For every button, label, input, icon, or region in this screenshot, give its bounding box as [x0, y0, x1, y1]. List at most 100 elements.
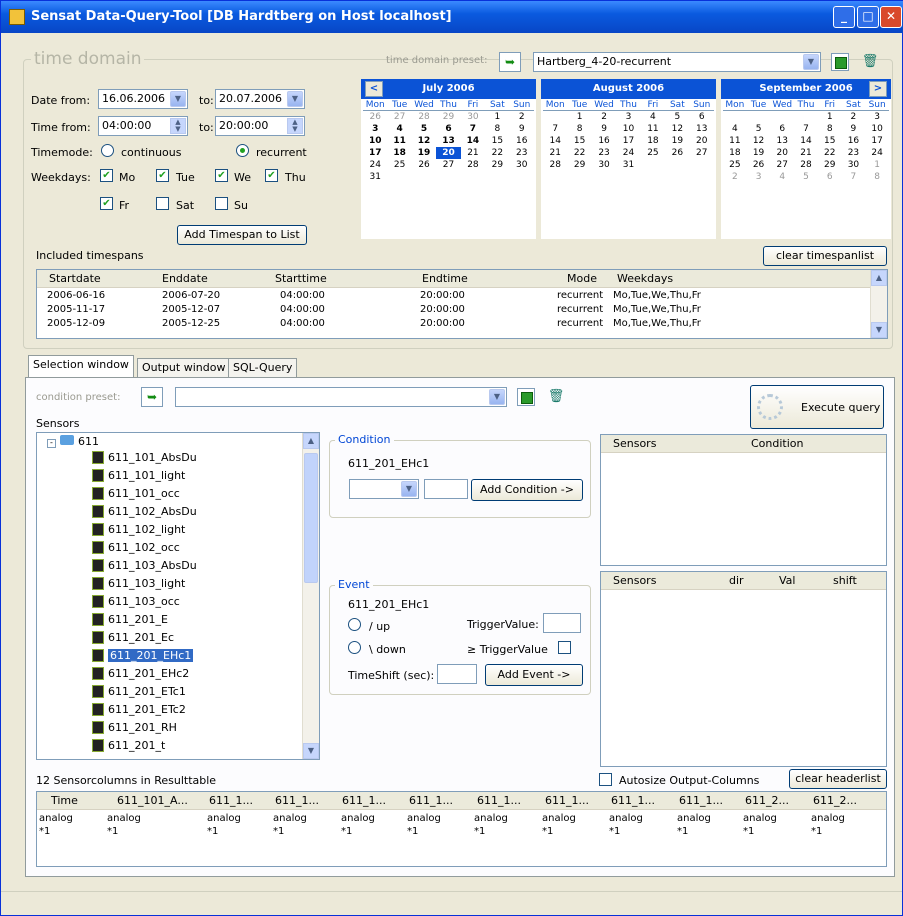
chevron-down-icon[interactable]: ▼: [803, 54, 819, 70]
cal-day[interactable]: 4: [770, 171, 794, 183]
tab-output-window[interactable]: Output window: [137, 358, 231, 378]
cal-day[interactable]: 26: [665, 147, 689, 159]
cal-day[interactable]: 10: [363, 135, 387, 147]
cal-day[interactable]: 2: [842, 111, 866, 123]
tree-item[interactable]: 611_201_EHc2: [92, 666, 189, 683]
cal-day[interactable]: 27: [387, 111, 411, 123]
tree-item[interactable]: 611_103_occ: [92, 594, 180, 611]
tree-scrollbar[interactable]: ▲ ▼: [302, 433, 319, 759]
cal-day[interactable]: 8: [485, 123, 509, 135]
weekday-mo-checkbox[interactable]: ✔: [100, 169, 113, 182]
scroll-up-icon[interactable]: ▲: [303, 433, 319, 449]
cal-day[interactable]: 3: [616, 111, 640, 123]
cal-day[interactable]: 4: [723, 123, 747, 135]
tree-item[interactable]: 611_201_ETc2: [92, 702, 186, 719]
cal-day[interactable]: 29: [436, 111, 460, 123]
weekday-we-checkbox[interactable]: ✔: [215, 169, 228, 182]
tree-root[interactable]: - 611: [47, 435, 99, 451]
time-from-input[interactable]: 04:00:00 ▲ ▼: [98, 116, 188, 136]
tree-item-selected[interactable]: 611_201_EHc1: [92, 648, 194, 665]
cal-day[interactable]: 17: [865, 135, 889, 147]
condition-table[interactable]: Sensors Condition: [600, 434, 887, 566]
cal-day[interactable]: 1: [485, 111, 509, 123]
cal-day[interactable]: 7: [543, 123, 567, 135]
tree-item[interactable]: 611_201_E: [92, 612, 168, 629]
cal-day[interactable]: 23: [592, 147, 616, 159]
cal-day[interactable]: 6: [690, 111, 714, 123]
cal-day[interactable]: [794, 111, 818, 123]
cal-day[interactable]: 14: [461, 135, 485, 147]
cal-day[interactable]: 11: [723, 135, 747, 147]
weekday-fr-checkbox[interactable]: ✔: [100, 197, 113, 210]
cal-day[interactable]: 31: [616, 159, 640, 171]
column-header[interactable]: 611_1...: [409, 794, 453, 807]
column-header[interactable]: Endtime: [422, 272, 468, 285]
timemode-continuous-radio[interactable]: [101, 144, 114, 157]
cal-day[interactable]: 8: [865, 171, 889, 183]
cal-day[interactable]: 19: [665, 135, 689, 147]
chevron-down-icon[interactable]: ▼: [170, 91, 186, 107]
column-header[interactable]: 611_1...: [545, 794, 589, 807]
tree-item[interactable]: 611_102_occ: [92, 540, 180, 557]
scroll-up-icon[interactable]: ▲: [871, 270, 887, 286]
column-header[interactable]: Val: [779, 574, 795, 587]
table-row[interactable]: analog analog analog analog analog analog anal…: [37, 813, 886, 826]
cal-day[interactable]: 6: [818, 171, 842, 183]
cal-day[interactable]: 22: [567, 147, 591, 159]
cal-day[interactable]: 11: [641, 123, 665, 135]
tree-item[interactable]: 611_201_Ec: [92, 630, 174, 647]
cal-day[interactable]: 28: [794, 159, 818, 171]
cal-day[interactable]: 11: [387, 135, 411, 147]
cal-day[interactable]: 8: [567, 123, 591, 135]
cal-day[interactable]: 27: [436, 159, 460, 171]
cal-day[interactable]: 25: [723, 159, 747, 171]
cal-day[interactable]: 22: [485, 147, 509, 159]
cal-day[interactable]: 14: [543, 135, 567, 147]
event-up-radio[interactable]: [348, 618, 361, 631]
save-condition-preset-icon[interactable]: [517, 388, 535, 406]
column-header[interactable]: Weekdays: [617, 272, 673, 285]
tab-selection-window[interactable]: Selection window: [28, 355, 134, 378]
spinner-icon[interactable]: ▲ ▼: [170, 118, 186, 134]
cal-day[interactable]: 2: [723, 171, 747, 183]
cal-day[interactable]: 7: [842, 171, 866, 183]
cal-day[interactable]: 13: [770, 135, 794, 147]
cal-day[interactable]: 30: [592, 159, 616, 171]
condition-preset-select[interactable]: ▼: [175, 387, 507, 407]
cal-day[interactable]: 10: [865, 123, 889, 135]
cal-day[interactable]: 16: [842, 135, 866, 147]
column-header[interactable]: 611_1...: [275, 794, 319, 807]
cal-day[interactable]: 29: [567, 159, 591, 171]
delete-condition-preset-icon[interactable]: 🗑: [547, 388, 565, 406]
column-header[interactable]: Startdate: [49, 272, 101, 285]
cal-day[interactable]: 21: [461, 147, 485, 159]
tree-item[interactable]: 611_201_RH: [92, 720, 177, 737]
cal-day[interactable]: [770, 111, 794, 123]
cal-day[interactable]: 23: [510, 147, 534, 159]
load-preset-icon[interactable]: ➥: [499, 52, 521, 72]
cal-day[interactable]: 27: [690, 147, 714, 159]
cal-day[interactable]: 23: [842, 147, 866, 159]
chevron-down-icon[interactable]: ▼: [401, 481, 417, 497]
tree-item[interactable]: 611_201_t: [92, 738, 165, 755]
cal-day[interactable]: 10: [616, 123, 640, 135]
cal-day[interactable]: 2: [592, 111, 616, 123]
maximize-button[interactable]: □: [857, 6, 879, 28]
table-row[interactable]: 2005-12-09 2005-12-25 04:00:00 20:00:00 recu…: [37, 318, 870, 330]
save-preset-icon[interactable]: [831, 53, 849, 71]
column-header[interactable]: 611_101_A...: [117, 794, 188, 807]
chevron-down-icon[interactable]: ▼: [489, 389, 505, 405]
weekday-su-checkbox[interactable]: [215, 197, 228, 210]
column-header[interactable]: 611_1...: [209, 794, 253, 807]
column-header[interactable]: Sensors: [613, 574, 656, 587]
tree-item[interactable]: 611_201_ETc1: [92, 684, 186, 701]
cal-day[interactable]: 24: [616, 147, 640, 159]
minimize-button[interactable]: _: [833, 6, 855, 28]
column-header[interactable]: Enddate: [162, 272, 208, 285]
trigger-value-input[interactable]: [543, 613, 581, 633]
cal-day[interactable]: 24: [363, 159, 387, 171]
cal-day[interactable]: 20: [690, 135, 714, 147]
tree-item[interactable]: 611_101_AbsDu: [92, 450, 197, 467]
calendar-next-button[interactable]: >: [869, 81, 887, 97]
cal-day[interactable]: 29: [818, 159, 842, 171]
